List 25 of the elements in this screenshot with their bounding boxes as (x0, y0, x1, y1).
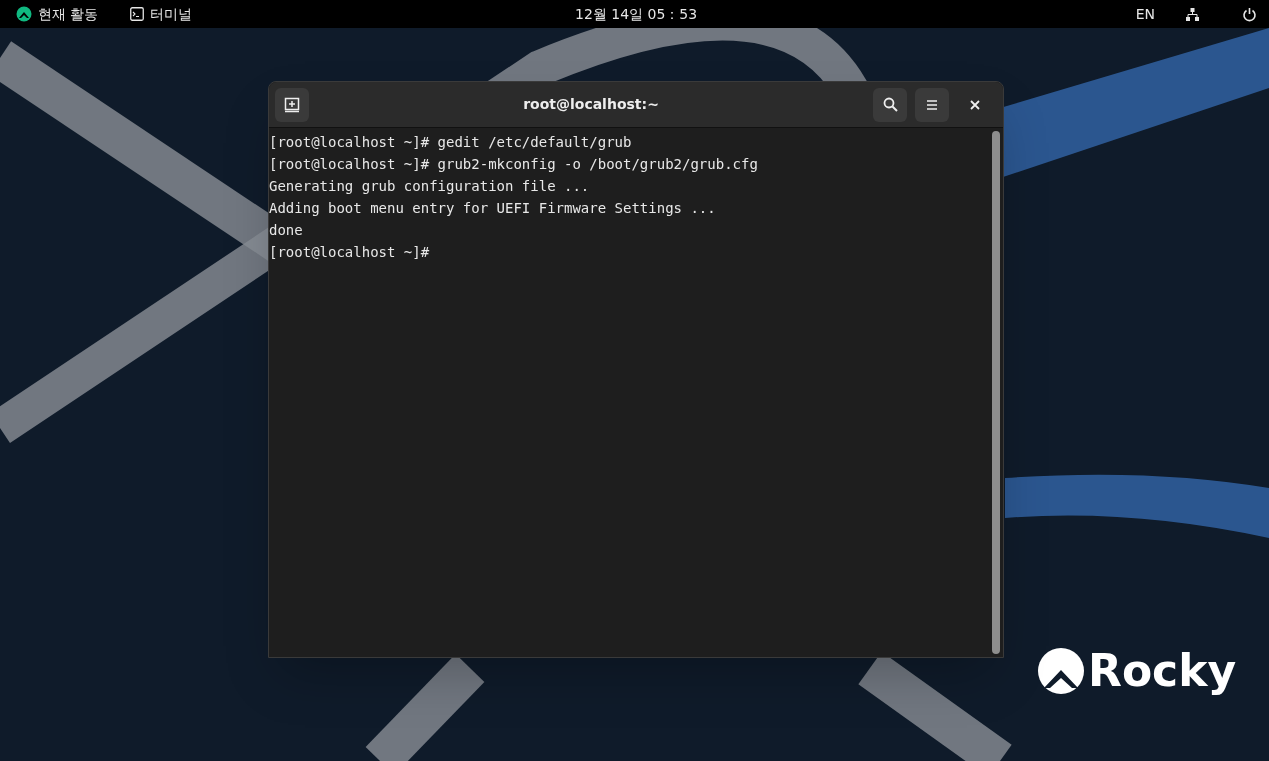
network-icon[interactable] (1185, 6, 1200, 22)
search-button[interactable] (873, 87, 907, 122)
terminal-line: [root@localhost ~]# grub2-mkconfig -o /boot/grub2/grub.cfg (269, 155, 758, 174)
new-tab-icon (284, 96, 300, 113)
close-icon (970, 99, 980, 110)
power-icon[interactable] (1242, 6, 1257, 22)
terminal-line: [root@localhost ~]# gedit /etc/default/grub (269, 133, 632, 152)
menu-button[interactable] (915, 87, 949, 122)
terminal-line: Adding boot menu entry for UEFI Firmware Settings ... (269, 199, 716, 218)
new-tab-button[interactable] (275, 87, 309, 122)
search-icon (882, 97, 898, 112)
activities-button[interactable]: 현재 활동 (12, 3, 103, 25)
menu-icon (926, 98, 938, 111)
logo-icon (16, 6, 32, 22)
app-menu-button[interactable]: 터미널 (130, 3, 193, 25)
rocky-logo-icon (1038, 648, 1084, 694)
terminal-line: done (269, 221, 303, 240)
clock[interactable]: 12월 14일 05：53 (575, 4, 698, 25)
input-source-button[interactable]: EN (1135, 3, 1155, 25)
terminal-icon (130, 7, 145, 21)
terminal-line: Generating grub configuration file ... (269, 177, 590, 196)
scrollbar[interactable] (992, 131, 1000, 654)
terminal-line: [root@localhost ~]# (269, 243, 430, 262)
window-title: root@localhost:~ (522, 95, 660, 114)
rocky-logo-text: Rocky (1088, 649, 1237, 693)
